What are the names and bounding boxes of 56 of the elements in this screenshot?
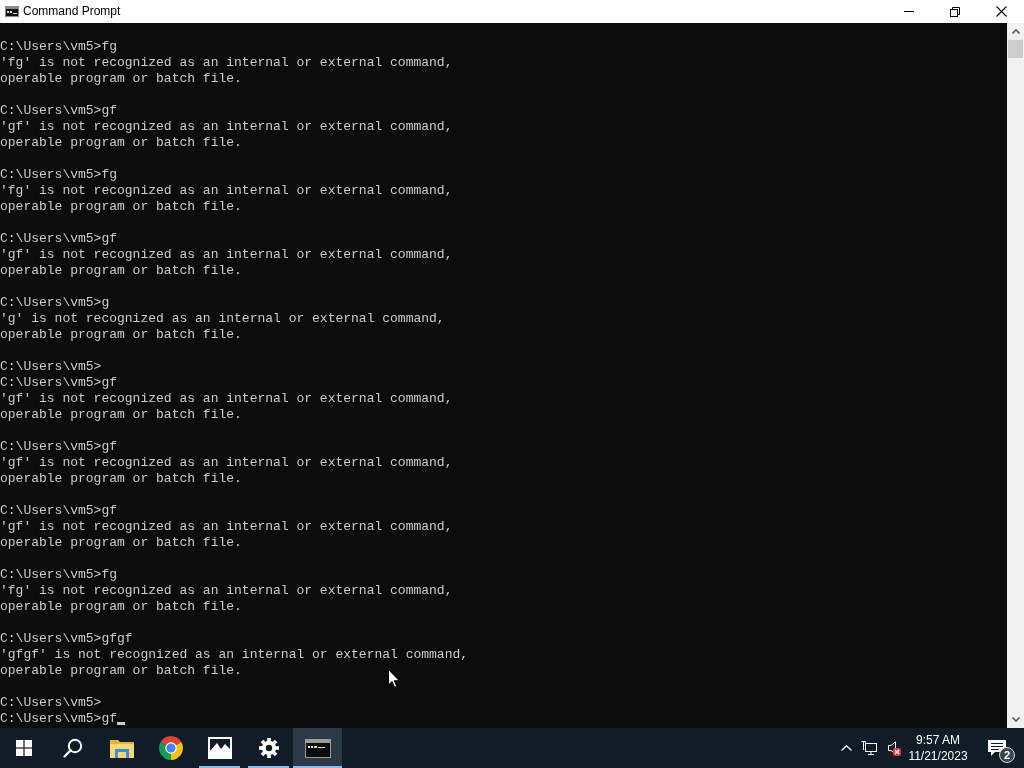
console-line: operable program or batch file. bbox=[0, 407, 242, 423]
console-line: C:\Users\vm5>fg bbox=[0, 567, 118, 583]
console-line: 'gf' is not recognized as an internal or external command, bbox=[0, 455, 453, 471]
console-line: 'g' is not recognized as an internal or external command, bbox=[0, 311, 445, 327]
console-line: C:\Users\vm5>g bbox=[0, 295, 110, 311]
console-line: operable program or batch file. bbox=[0, 327, 242, 343]
console-line: C:\Users\vm5>gf bbox=[0, 439, 118, 455]
scrollbar-thumb[interactable] bbox=[1008, 40, 1023, 58]
console-line: 'gf' is not recognized as an internal or external command, bbox=[0, 247, 453, 263]
console-line: C:\Users\vm5>fg bbox=[0, 39, 118, 55]
console-line: C:\Users\vm5>gf bbox=[0, 503, 118, 519]
clock-time: 9:57 AM bbox=[916, 732, 960, 748]
clock-date: 11/21/2023 bbox=[908, 748, 968, 764]
console-line: operable program or batch file. bbox=[0, 663, 242, 679]
window-title: Command Prompt bbox=[23, 3, 121, 20]
speaker-icon[interactable] bbox=[888, 741, 896, 755]
restore-icon bbox=[950, 6, 960, 17]
chevron-down-icon bbox=[1011, 717, 1020, 722]
console-line: C:\Users\vm5>fg bbox=[0, 167, 118, 183]
console-line: C:\Users\vm5>gf bbox=[0, 103, 118, 119]
tricolor-circle-icon bbox=[158, 736, 183, 760]
console-line: C:\Users\vm5> bbox=[0, 695, 102, 711]
taskbar-app-button[interactable] bbox=[293, 728, 342, 768]
windows-logo-icon bbox=[16, 740, 32, 756]
minimize-icon bbox=[904, 11, 914, 12]
console-line: 'gfgf' is not recognized as an internal or external command, bbox=[0, 647, 469, 663]
console-line: C:\Users\vm5> bbox=[0, 359, 102, 375]
gear-icon bbox=[258, 738, 279, 758]
console-line: operable program or batch file. bbox=[0, 599, 242, 615]
notification-badge: 2 bbox=[999, 747, 1015, 763]
console-line: operable program or batch file. bbox=[0, 471, 242, 487]
console-line: 'gf' is not recognized as an internal or external command, bbox=[0, 519, 453, 535]
chevron-up-icon bbox=[1011, 29, 1020, 34]
mouse-pointer-icon bbox=[388, 669, 400, 688]
terminal-icon bbox=[4, 6, 19, 17]
search-icon bbox=[62, 738, 83, 758]
console-line: 'fg' is not recognized as an internal or external command, bbox=[0, 583, 453, 599]
console-line: operable program or batch file. bbox=[0, 199, 242, 215]
console-line: operable program or batch file. bbox=[0, 71, 242, 87]
chevron-up-icon[interactable] bbox=[840, 745, 852, 751]
console-line: operable program or batch file. bbox=[0, 135, 242, 151]
mountain-picture-icon bbox=[207, 737, 232, 759]
close-icon bbox=[995, 6, 1007, 17]
console-line: 'gf' is not recognized as an internal or external command, bbox=[0, 391, 453, 407]
console-line: operable program or batch file. bbox=[0, 263, 242, 279]
console-line: C:\Users\vm5>gf bbox=[0, 711, 118, 727]
terminal-icon bbox=[304, 738, 331, 758]
console-line: C:\Users\vm5>gf bbox=[0, 231, 118, 247]
console-line: 'gf' is not recognized as an internal or external command, bbox=[0, 119, 453, 135]
console-line: C:\Users\vm5>gfgf bbox=[0, 631, 133, 647]
folder-icon bbox=[109, 738, 134, 758]
console-line: operable program or batch file. bbox=[0, 535, 242, 551]
console-line: 'fg' is not recognized as an internal or external command, bbox=[0, 55, 453, 71]
monitor-network-icon[interactable] bbox=[861, 740, 877, 756]
console-line: C:\Users\vm5>gf bbox=[0, 375, 118, 391]
console-line: 'fg' is not recognized as an internal or external command, bbox=[0, 183, 453, 199]
